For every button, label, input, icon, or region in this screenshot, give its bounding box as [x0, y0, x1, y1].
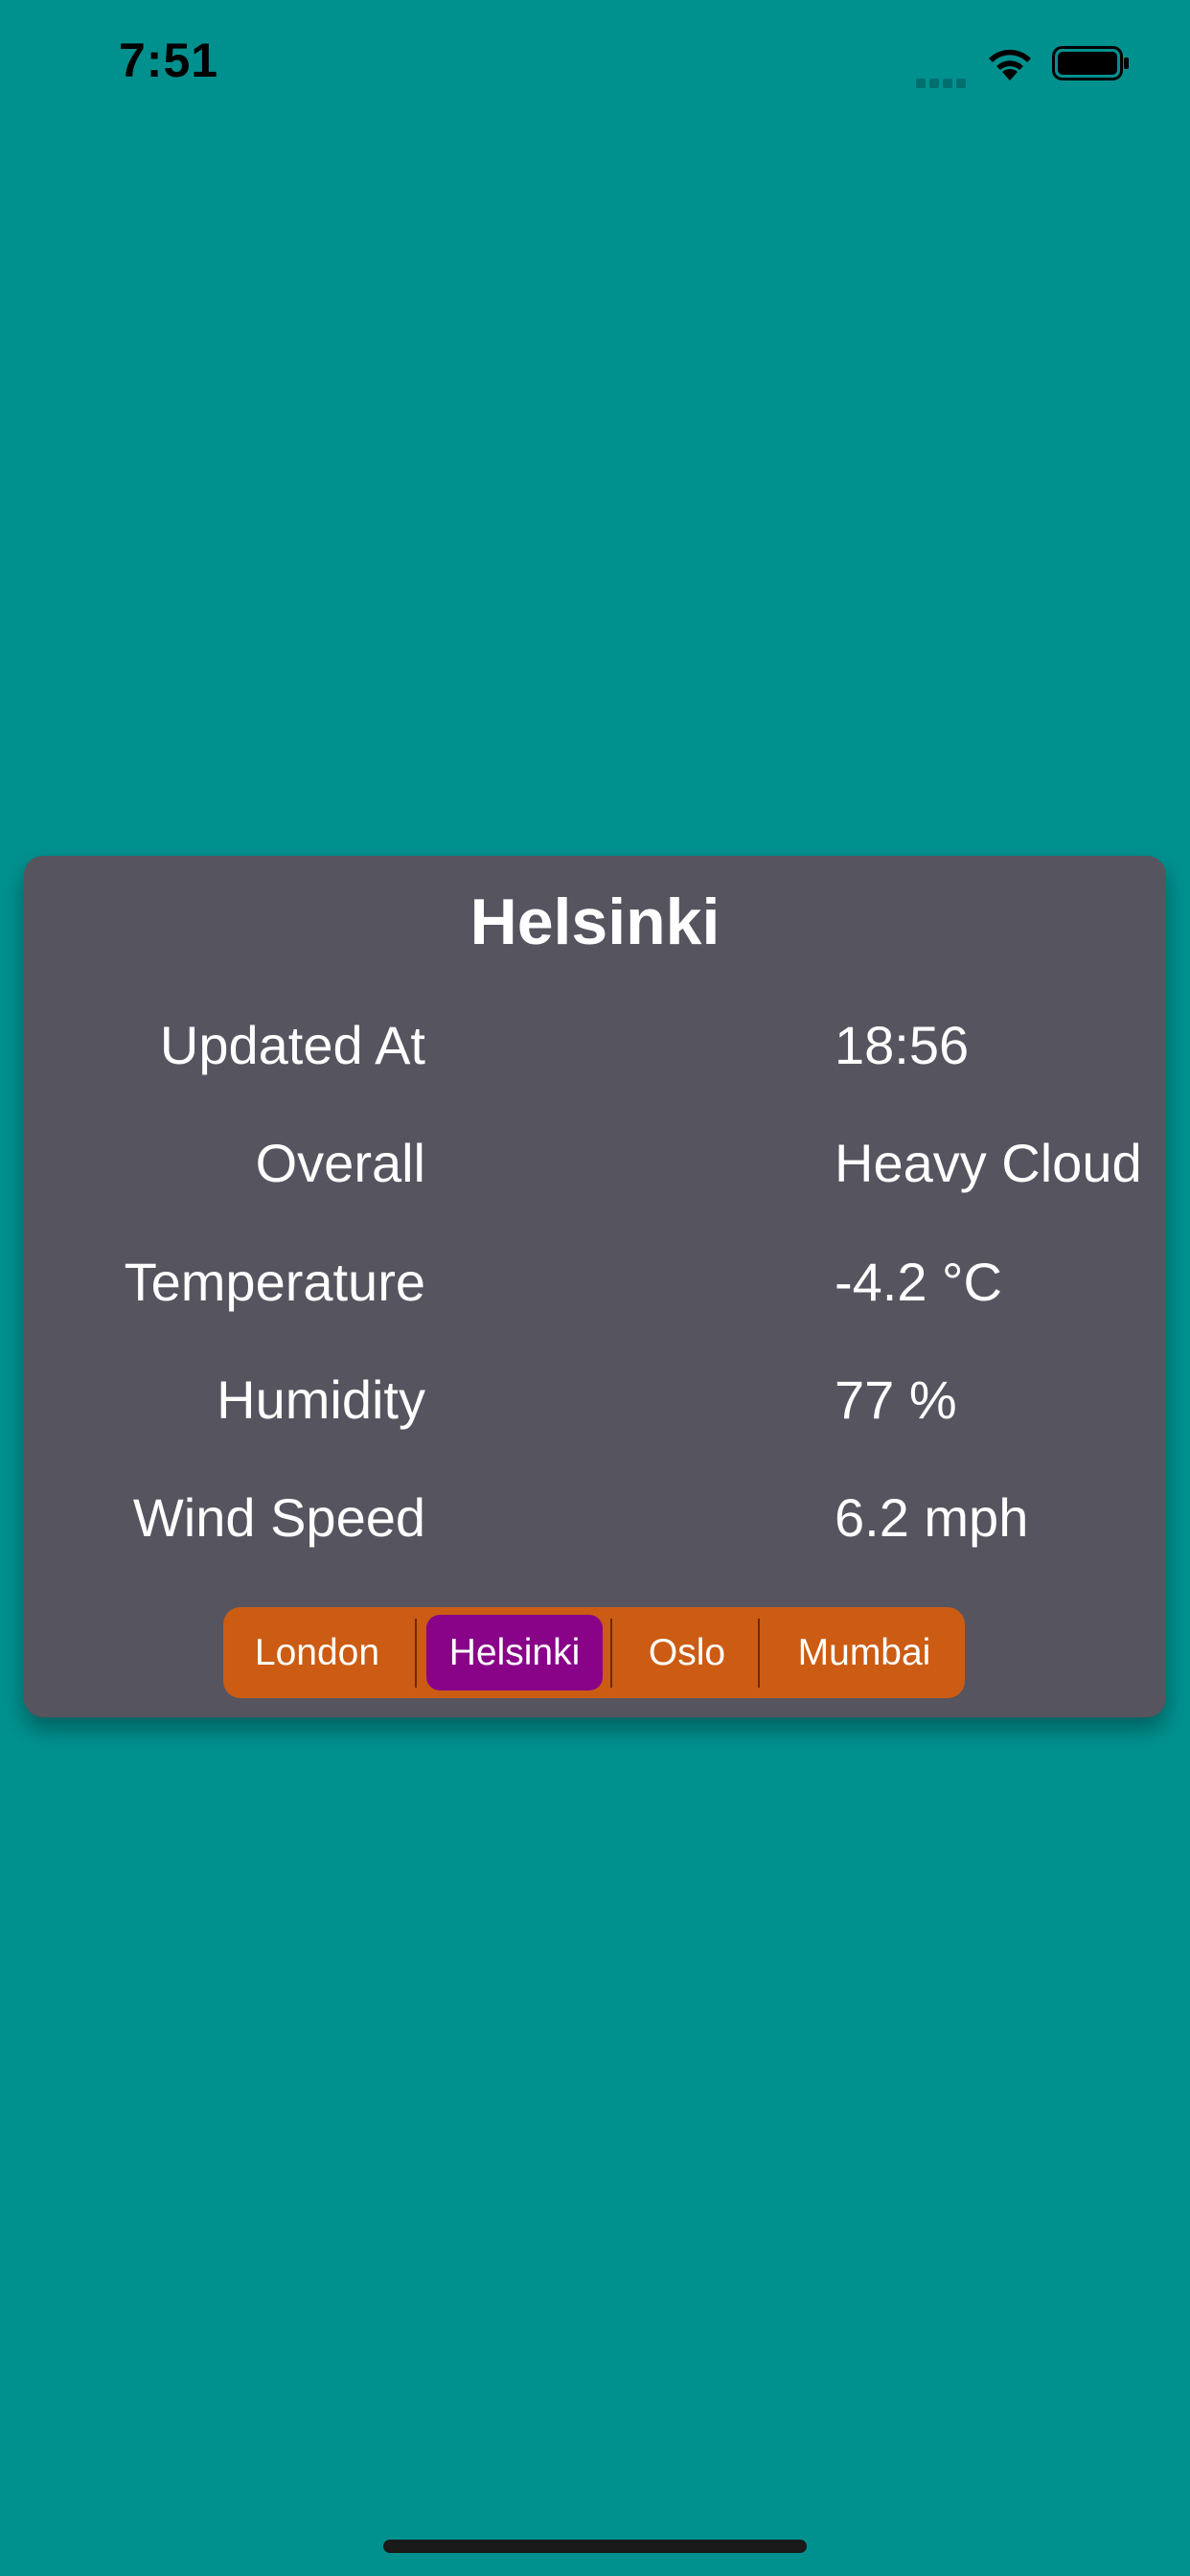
city-segmented-control: London Helsinki Oslo Mumbai	[223, 1607, 965, 1698]
info-value: -4.2 °C	[835, 1252, 1002, 1312]
segment-london[interactable]: London	[231, 1615, 403, 1690]
info-value: 6.2 mph	[835, 1487, 1029, 1548]
weather-card: Helsinki Updated At 18:56 Overall Heavy …	[24, 856, 1166, 1717]
wifi-icon	[985, 44, 1035, 82]
signal-icon	[916, 71, 970, 88]
info-label: Temperature	[124, 1252, 425, 1312]
status-bar: 7:51	[0, 0, 1190, 125]
segment-oslo[interactable]: Oslo	[622, 1615, 752, 1690]
segment-divider	[758, 1619, 760, 1688]
segment-mumbai[interactable]: Mumbai	[769, 1615, 959, 1690]
info-row-updated-at: Updated At 18:56	[24, 1014, 1166, 1091]
info-label: Humidity	[217, 1369, 425, 1430]
home-indicator[interactable]	[383, 2540, 807, 2553]
battery-icon	[1052, 46, 1131, 80]
info-row-temperature: Temperature -4.2 °C	[24, 1251, 1166, 1327]
info-row-wind-speed: Wind Speed 6.2 mph	[24, 1486, 1166, 1563]
segment-helsinki[interactable]: Helsinki	[426, 1615, 603, 1690]
info-row-humidity: Humidity 77 %	[24, 1368, 1166, 1445]
info-value: 77 %	[835, 1369, 957, 1430]
info-label: Updated At	[159, 1015, 425, 1075]
app-screen: 7:51 Helsinki Updated At 18:56 Overall H…	[0, 0, 1190, 2576]
info-value: 18:56	[835, 1015, 970, 1075]
city-title: Helsinki	[469, 886, 721, 958]
info-label: Wind Speed	[132, 1487, 425, 1548]
segment-divider	[610, 1619, 612, 1688]
info-row-overall: Overall Heavy Cloud	[24, 1132, 1166, 1208]
segment-divider	[415, 1619, 417, 1688]
status-time: 7:51	[119, 34, 219, 87]
info-label: Overall	[255, 1133, 425, 1193]
info-value: Heavy Cloud	[835, 1133, 1142, 1193]
